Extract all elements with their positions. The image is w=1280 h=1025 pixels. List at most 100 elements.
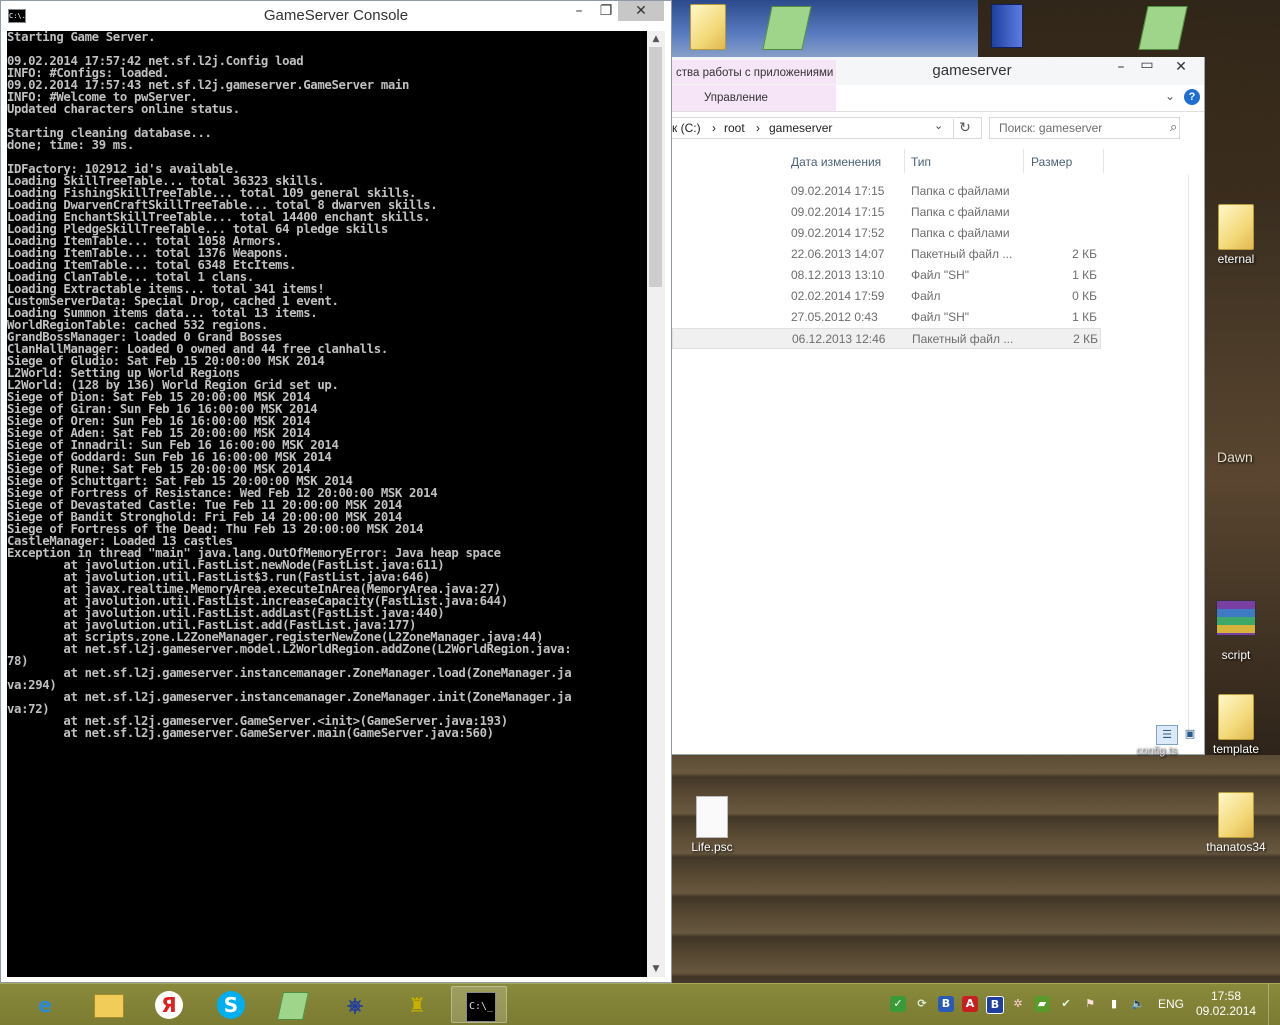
desktop-icon-label: template (1212, 742, 1260, 756)
desktop-folder-icon[interactable] (673, 4, 743, 50)
column-separator[interactable] (1023, 149, 1024, 173)
language-indicator[interactable]: ENG (1158, 997, 1184, 1011)
close-button[interactable]: ✕ (618, 1, 664, 21)
contextual-tab-app-tools[interactable]: ства работы с приложениями (672, 60, 836, 84)
wallpaper-text: Dawn (1217, 449, 1253, 465)
breadcrumb-drive[interactable]: к (C:) (672, 118, 701, 139)
details-view-icon[interactable]: ☰ (1156, 725, 1178, 745)
breadcrumb-gameserver[interactable]: gameserver (769, 118, 832, 139)
explorer-window[interactable]: ства работы с приложениями gameserver – … (672, 57, 1205, 755)
file-row[interactable]: 27.05.2012 0:43 Файл "SH" 1 КБ (672, 307, 1102, 328)
file-size: 0 КБ (1072, 289, 1097, 303)
tray-network-icon[interactable]: ✲ (1010, 996, 1026, 1012)
column-separator[interactable] (904, 149, 905, 173)
desktop-icon-script[interactable]: script (1201, 600, 1271, 662)
winrar-archive-icon (1216, 600, 1256, 636)
file-explorer-icon (94, 991, 124, 1019)
column-header-size[interactable]: Размер (1031, 147, 1072, 175)
desktop-icon-thanatos34[interactable]: thanatos34 (1201, 792, 1271, 854)
maximize-button[interactable]: ▭ (1132, 55, 1162, 75)
book-icon (991, 4, 1023, 48)
maximize-button[interactable]: ❐ (591, 1, 621, 21)
file-date: 09.02.2014 17:52 (791, 226, 885, 240)
taskbar-network-tool[interactable]: ⎈ (327, 986, 383, 1023)
breadcrumb-separator[interactable]: › (712, 118, 716, 139)
console-window[interactable]: C:\. GameServer Console – ❐ ✕ Starting G… (0, 0, 672, 983)
folder-icon (690, 4, 726, 50)
tray-volume-icon[interactable]: 🔈 (1130, 996, 1146, 1012)
tray-security-icon[interactable]: ✔ (1058, 996, 1074, 1012)
taskbar-game-launcher[interactable]: ♜ (389, 986, 445, 1023)
console-titlebar[interactable]: C:\. GameServer Console – ❐ ✕ (1, 1, 671, 31)
taskbar-skype[interactable]: S (203, 986, 259, 1023)
file-row[interactable]: 06.12.2013 12:46 Пакетный файл ... 2 КБ (672, 328, 1101, 349)
file-row[interactable]: 09.02.2014 17:15 Папка с файлами (672, 202, 1102, 223)
clock-date: 09.02.2014 (1196, 1004, 1257, 1018)
desktop-icon-label: Life.psc (691, 840, 733, 854)
skype-icon: S (217, 991, 245, 1019)
file-size: 2 КБ (1072, 247, 1097, 261)
desktop-icon-eternal[interactable]: eternal (1201, 204, 1271, 266)
desktop-book-icon[interactable] (972, 4, 1042, 48)
search-icon[interactable]: ⌕ (1170, 120, 1177, 135)
taskbar-file-explorer[interactable] (80, 986, 136, 1023)
file-type: Файл (911, 289, 941, 303)
file-row[interactable]: 22.06.2013 14:07 Пакетный файл ... 2 КБ (672, 244, 1102, 265)
file-type: Файл "SH" (911, 310, 970, 324)
column-separator[interactable] (1103, 149, 1104, 173)
tray-sync-icon[interactable]: ⟳ (914, 996, 930, 1012)
tray-check-icon[interactable]: ✓ (890, 996, 906, 1012)
file-row[interactable]: 09.02.2014 17:15 Папка с файлами (672, 181, 1102, 202)
minimize-button[interactable]: – (564, 1, 594, 21)
tab-manage[interactable]: Управление (672, 85, 836, 111)
file-date: 22.06.2013 14:07 (791, 247, 885, 261)
close-button[interactable]: ✕ (1161, 57, 1201, 77)
desktop-icon-template[interactable]: template (1201, 694, 1271, 756)
tray-nvidia-icon[interactable]: ▰ (1034, 996, 1050, 1012)
breadcrumb-separator[interactable]: › (756, 118, 760, 139)
ribbon-expand-chevron-icon[interactable]: ⌄ (1165, 89, 1175, 103)
address-dropdown-icon[interactable]: ⌄ (934, 119, 943, 132)
clock[interactable]: 17:58 09.02.2014 (1196, 989, 1256, 1019)
scroll-down-arrow-icon[interactable]: ▼ (647, 961, 665, 977)
folder-icon (1218, 694, 1254, 740)
tray-adobe-icon[interactable]: A (962, 996, 978, 1012)
file-type: Пакетный файл ... (912, 332, 1014, 346)
column-header-type[interactable]: Тип (911, 147, 931, 175)
address-bar[interactable]: к (C:) › root › gameserver ⌄ (672, 117, 982, 139)
notepad-icon (762, 6, 812, 50)
file-row[interactable]: 09.02.2014 17:52 Папка с файлами (672, 223, 1102, 244)
file-row[interactable]: 02.02.2014 17:59 Файл 0 КБ (672, 286, 1102, 307)
taskbar-internet-explorer[interactable]: e (17, 986, 73, 1023)
file-date: 09.02.2014 17:15 (791, 184, 885, 198)
tray-b-icon[interactable]: B (938, 996, 954, 1012)
desktop-icon-label: thanatos34 (1206, 840, 1266, 854)
scrollbar-thumb[interactable] (649, 47, 662, 287)
search-input[interactable]: Поиск: gameserver (989, 117, 1180, 139)
taskbar-yandex-browser[interactable]: Я (141, 986, 197, 1023)
show-desktop-button[interactable] (1268, 984, 1280, 1025)
scroll-up-arrow-icon[interactable]: ▲ (647, 31, 665, 47)
command-prompt-icon: C:\_ (466, 992, 496, 1022)
file-row[interactable]: 08.12.2013 13:10 Файл "SH" 1 КБ (672, 265, 1102, 286)
desktop-notepad-icon[interactable] (1128, 6, 1198, 50)
console-scrollbar[interactable]: ▲ ▼ (647, 31, 665, 977)
help-icon[interactable]: ? (1184, 89, 1200, 105)
tray-signal-icon[interactable]: ▮ (1106, 996, 1122, 1012)
breadcrumb-root[interactable]: root (724, 118, 745, 139)
large-icons-view-icon[interactable]: ▣ (1180, 725, 1200, 743)
file-date: 09.02.2014 17:15 (791, 205, 885, 219)
column-header-date[interactable]: Дата изменения (791, 147, 881, 175)
tray-flag-icon[interactable]: ⚑ (1082, 996, 1098, 1012)
taskbar-command-prompt[interactable]: C:\_ (451, 986, 507, 1023)
desktop-notepad-icon[interactable] (752, 6, 822, 50)
file-size: 1 КБ (1072, 268, 1097, 282)
explorer-titlebar[interactable]: ства работы с приложениями gameserver – … (672, 57, 1204, 85)
console-output-area[interactable]: Starting Game Server. 09.02.2014 17:57:4… (7, 31, 647, 977)
file-list[interactable]: 09.02.2014 17:15 Папка с файлами 09.02.201… (672, 181, 1102, 349)
desktop-icon-life-psc[interactable]: Life.psc (677, 796, 747, 854)
notepad-icon (277, 991, 309, 1020)
taskbar-notepad-plus-plus[interactable] (265, 986, 321, 1023)
refresh-icon[interactable]: ↻ (953, 119, 976, 139)
tray-b2-icon[interactable]: B (986, 996, 1004, 1014)
